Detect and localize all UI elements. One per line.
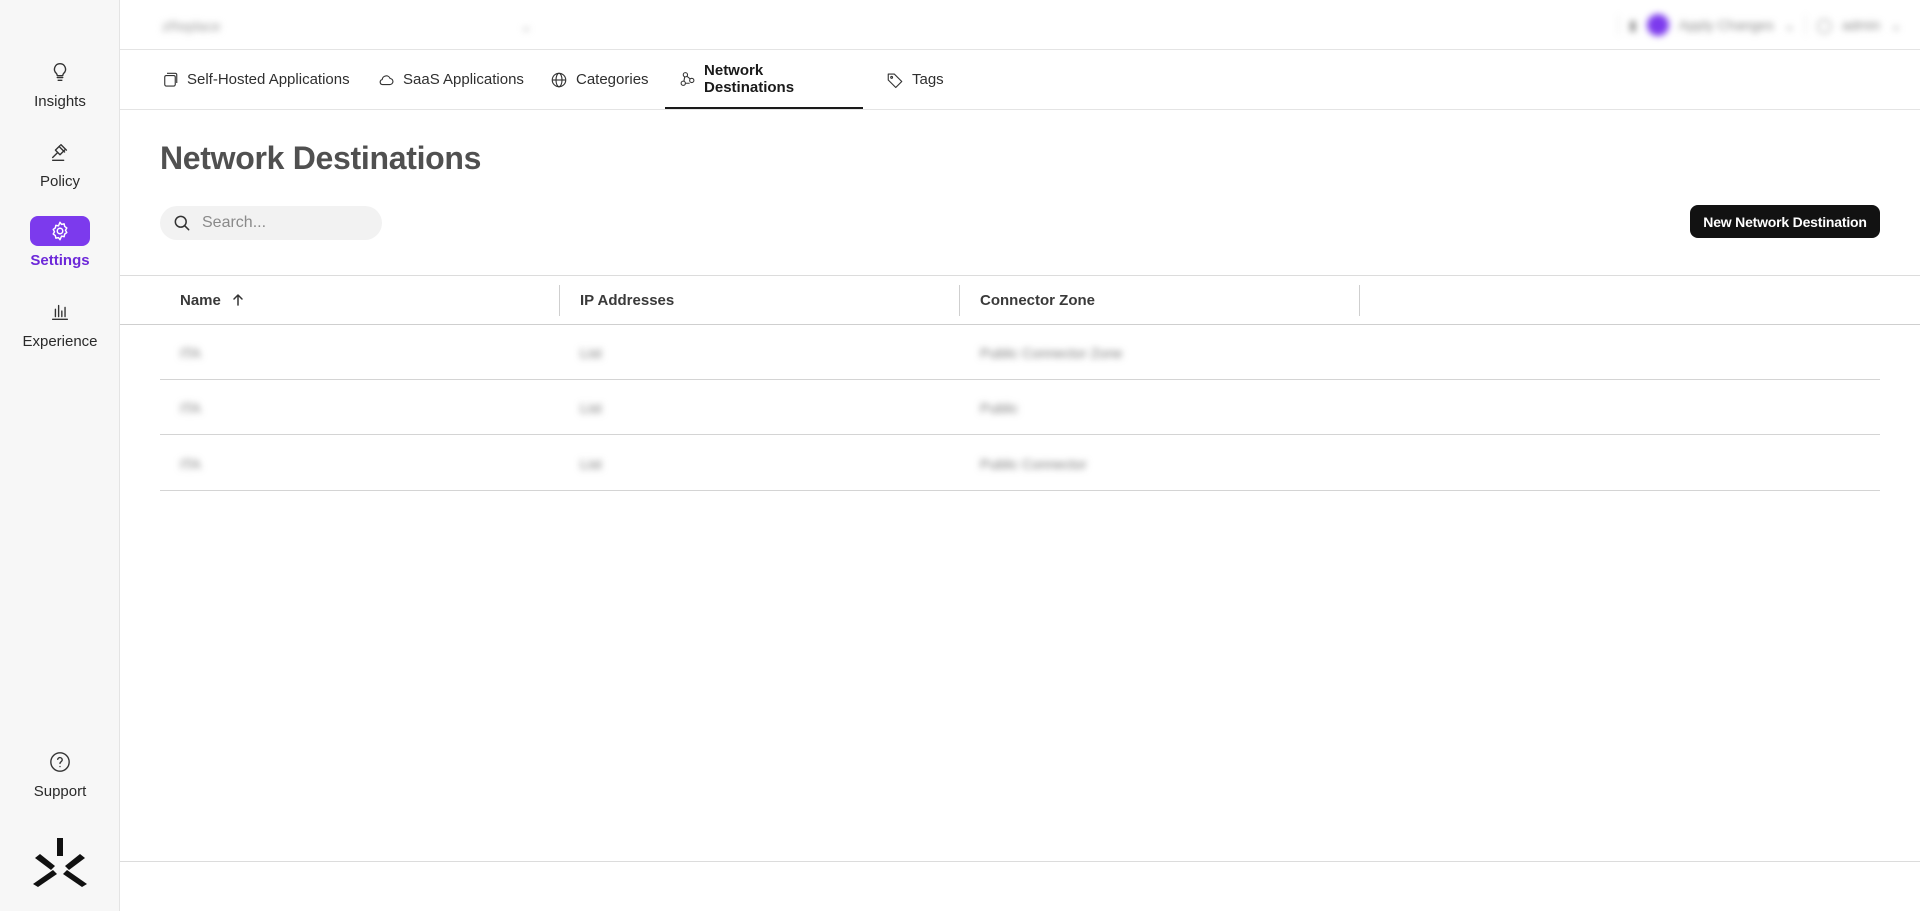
tab-saas-applications[interactable]: SaaS Applications bbox=[363, 50, 538, 109]
logo-icon bbox=[33, 838, 87, 887]
table-row[interactable]: ITA List Public bbox=[160, 380, 1880, 435]
sidebar-item-settings[interactable]: Settings bbox=[0, 216, 120, 269]
tab-network-destinations[interactable]: Network Destinations bbox=[665, 50, 863, 109]
sidebar-item-label: Experience bbox=[22, 333, 98, 350]
gear-icon bbox=[30, 216, 90, 246]
tab-categories[interactable]: Categories bbox=[536, 50, 663, 109]
chevron-down-icon[interactable]: ⌄ bbox=[1890, 17, 1902, 34]
settings-tabs: Self-Hosted Applications SaaS Applicatio… bbox=[120, 50, 1920, 110]
top-bar: zReplace ⌄ ▮ Apply Changes ⌄ ◯ admin ⌄ bbox=[120, 0, 1920, 50]
cell-ip-addresses: List bbox=[580, 456, 602, 472]
tab-self-hosted-applications[interactable]: Self-Hosted Applications bbox=[147, 50, 364, 109]
column-header-connector-zone[interactable]: Connector Zone bbox=[980, 276, 1095, 324]
bar-chart-icon bbox=[30, 297, 90, 327]
tab-label: Tags bbox=[912, 71, 944, 88]
chevron-down-icon: ⌄ bbox=[520, 17, 532, 34]
divider bbox=[1805, 15, 1807, 35]
page-title: Network Destinations bbox=[160, 140, 482, 176]
sidebar-item-label: Support bbox=[33, 783, 87, 800]
cloud-icon bbox=[379, 74, 394, 85]
column-label: IP Addresses bbox=[580, 291, 675, 309]
column-divider[interactable] bbox=[1359, 285, 1360, 316]
tab-label: Self-Hosted Applications bbox=[187, 71, 350, 88]
column-label: Name bbox=[180, 291, 221, 309]
column-divider[interactable] bbox=[959, 285, 960, 316]
cell-name: ITA bbox=[180, 345, 201, 361]
apply-changes-button[interactable]: Apply Changes bbox=[1679, 17, 1774, 33]
column-header-name[interactable]: Name bbox=[180, 276, 245, 324]
search-icon bbox=[174, 215, 190, 231]
sidebar-item-insights[interactable]: Insights bbox=[0, 57, 120, 110]
search-input[interactable] bbox=[202, 214, 372, 232]
sidebar: Insights Policy Settings Experience Supp… bbox=[0, 0, 120, 911]
avatar-dot bbox=[1646, 14, 1669, 36]
sidebar-item-support[interactable]: Support bbox=[0, 747, 120, 800]
sidebar-item-policy[interactable]: Policy bbox=[0, 137, 120, 190]
table-row[interactable]: ITA List Public Connector Zone bbox=[160, 325, 1880, 380]
divider bbox=[1618, 15, 1620, 35]
network-icon bbox=[680, 71, 695, 86]
tab-label: Network Destinations bbox=[704, 61, 795, 96]
tab-tags[interactable]: Tags bbox=[872, 50, 958, 109]
globe-icon bbox=[551, 72, 567, 87]
help-circle-icon bbox=[30, 747, 90, 777]
chevron-down-icon[interactable]: ⌄ bbox=[1784, 17, 1796, 34]
sidebar-item-experience[interactable]: Experience bbox=[0, 297, 120, 350]
top-right-controls: ▮ Apply Changes ⌄ ◯ admin ⌄ bbox=[1618, 13, 1902, 37]
cell-name: ITA bbox=[180, 456, 201, 472]
new-network-destination-button[interactable]: New Network Destination bbox=[1690, 205, 1880, 238]
workspace-select[interactable]: zReplace ⌄ bbox=[162, 16, 532, 36]
cell-connector-zone: Public Connector bbox=[980, 456, 1087, 472]
table-header: Name IP Addresses Connector Zone bbox=[120, 275, 1920, 325]
cell-ip-addresses: List bbox=[580, 345, 602, 361]
user-menu[interactable]: admin bbox=[1842, 17, 1880, 33]
tab-label: SaaS Applications bbox=[403, 71, 524, 88]
cell-name: ITA bbox=[180, 400, 201, 416]
tag-icon bbox=[887, 72, 903, 88]
lightbulb-icon bbox=[30, 57, 90, 87]
pin-icon[interactable]: ▮ bbox=[1629, 17, 1637, 34]
gavel-icon bbox=[30, 137, 90, 167]
column-header-ip-addresses[interactable]: IP Addresses bbox=[580, 276, 674, 324]
workspace-name: zReplace bbox=[162, 18, 221, 34]
footer-divider bbox=[120, 861, 1920, 862]
sidebar-item-label: Settings bbox=[30, 252, 90, 269]
tab-label: Categories bbox=[576, 71, 649, 88]
column-divider[interactable] bbox=[559, 285, 560, 316]
cell-ip-addresses: List bbox=[580, 400, 602, 416]
cell-connector-zone: Public bbox=[980, 400, 1019, 416]
column-label: Connector Zone bbox=[980, 291, 1095, 309]
sidebar-item-label: Policy bbox=[39, 173, 80, 190]
sort-ascending-icon[interactable] bbox=[231, 293, 245, 307]
search-box[interactable] bbox=[160, 206, 382, 240]
apps-icon bbox=[164, 72, 178, 87]
sidebar-item-label: Insights bbox=[34, 93, 86, 110]
table-row[interactable]: ITA List Public Connector bbox=[160, 436, 1880, 491]
user-icon: ◯ bbox=[1816, 16, 1833, 33]
cell-connector-zone: Public Connector Zone bbox=[980, 345, 1123, 361]
